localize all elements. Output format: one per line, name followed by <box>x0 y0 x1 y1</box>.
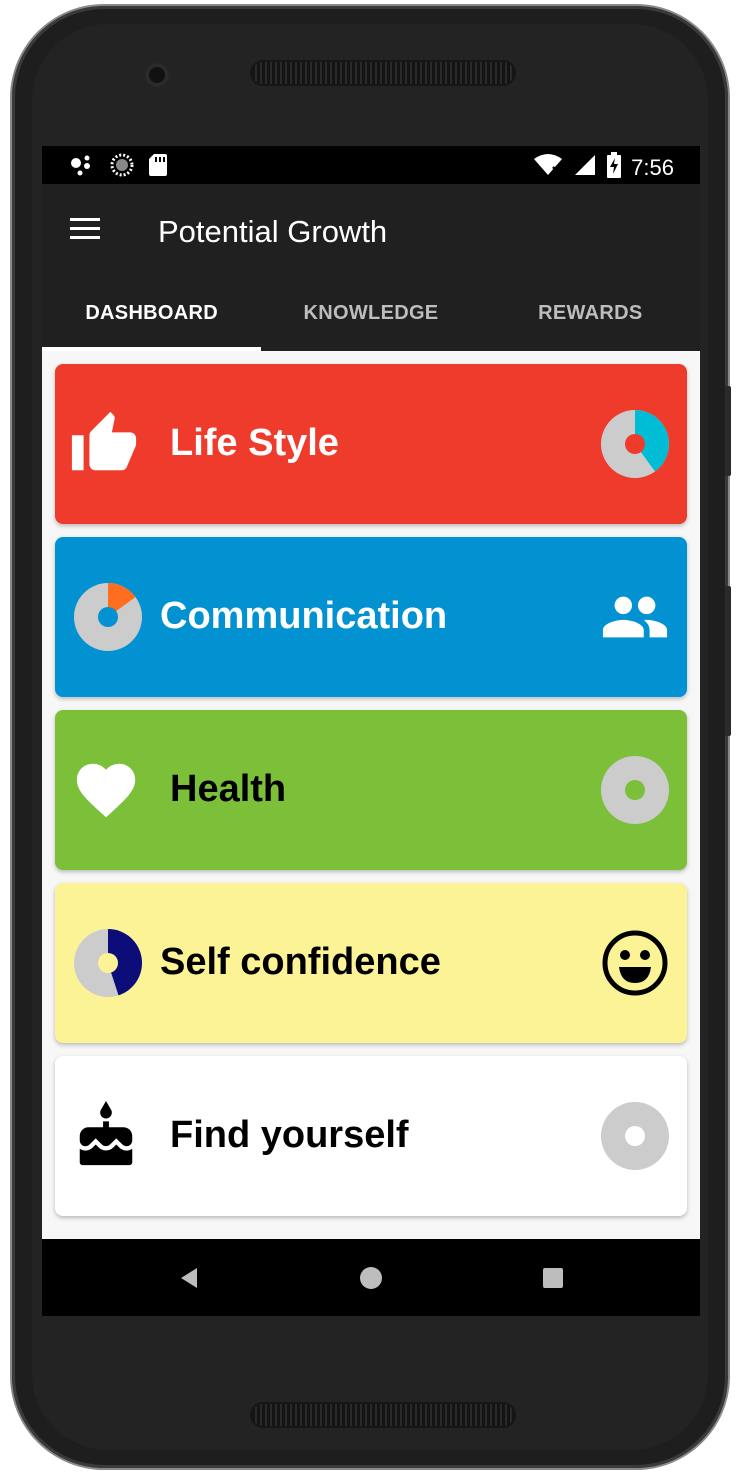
tab-knowledge[interactable]: KNOWLEDGE <box>261 276 480 351</box>
clock: 7:56 <box>631 154 674 180</box>
progress-pie-icon <box>73 582 143 652</box>
tab-bar: DASHBOARD KNOWLEDGE REWARDS <box>42 276 700 351</box>
card-label: Communication <box>160 595 448 637</box>
progress-pie-icon <box>600 409 670 479</box>
loading-circle-icon <box>110 153 134 182</box>
progress-center <box>625 780 645 800</box>
progress-pie-icon <box>600 755 670 825</box>
signal-icon <box>573 153 597 182</box>
wifi-icon <box>533 153 563 182</box>
heart-icon <box>71 755 141 825</box>
people-icon <box>600 582 670 652</box>
thumbs-up-icon <box>69 409 139 479</box>
card-label: Health <box>170 768 287 810</box>
bottom-speaker <box>252 1404 514 1426</box>
cake-icon <box>71 1101 141 1171</box>
hamburger-menu-icon[interactable] <box>70 218 104 244</box>
app-bar: Potential Growth <box>42 184 700 276</box>
card-life-style[interactable]: Life Style <box>55 364 687 524</box>
sd-card-icon <box>148 153 168 182</box>
progress-pie-icon <box>600 1101 670 1171</box>
power-button <box>725 586 731 736</box>
tab-rewards[interactable]: REWARDS <box>481 276 700 351</box>
card-communication[interactable]: Communication <box>55 537 687 697</box>
tab-dashboard[interactable]: DASHBOARD <box>42 276 262 351</box>
volume-button <box>725 386 731 476</box>
smiley-icon <box>600 928 670 998</box>
progress-center <box>625 434 645 454</box>
card-label: Self confidence <box>160 941 441 983</box>
home-icon[interactable] <box>358 1265 384 1291</box>
status-bar: 7:56 <box>42 146 700 184</box>
card-health[interactable]: Health <box>55 710 687 870</box>
app-title: Potential Growth <box>158 214 388 249</box>
front-camera <box>145 63 169 87</box>
recents-icon[interactable] <box>540 1265 566 1291</box>
progress-center <box>98 607 118 627</box>
assistant-dots-icon <box>70 154 96 181</box>
card-label: Life Style <box>170 422 339 464</box>
card-label: Find yourself <box>170 1114 409 1156</box>
card-self-confidence[interactable]: Self confidence <box>55 883 687 1043</box>
progress-pie-icon <box>73 928 143 998</box>
card-find-yourself[interactable]: Find yourself <box>55 1056 687 1216</box>
navigation-bar <box>42 1239 700 1316</box>
dashboard-list: Life Style Communication Health Self con… <box>42 351 700 1239</box>
battery-charging-icon <box>607 152 622 183</box>
back-icon[interactable] <box>177 1265 203 1291</box>
screen: 7:56 Potential Growth DASHBOARD KNOWLEDG… <box>42 146 700 1316</box>
progress-center <box>625 1126 645 1146</box>
top-speaker <box>252 62 514 84</box>
progress-center <box>98 953 118 973</box>
